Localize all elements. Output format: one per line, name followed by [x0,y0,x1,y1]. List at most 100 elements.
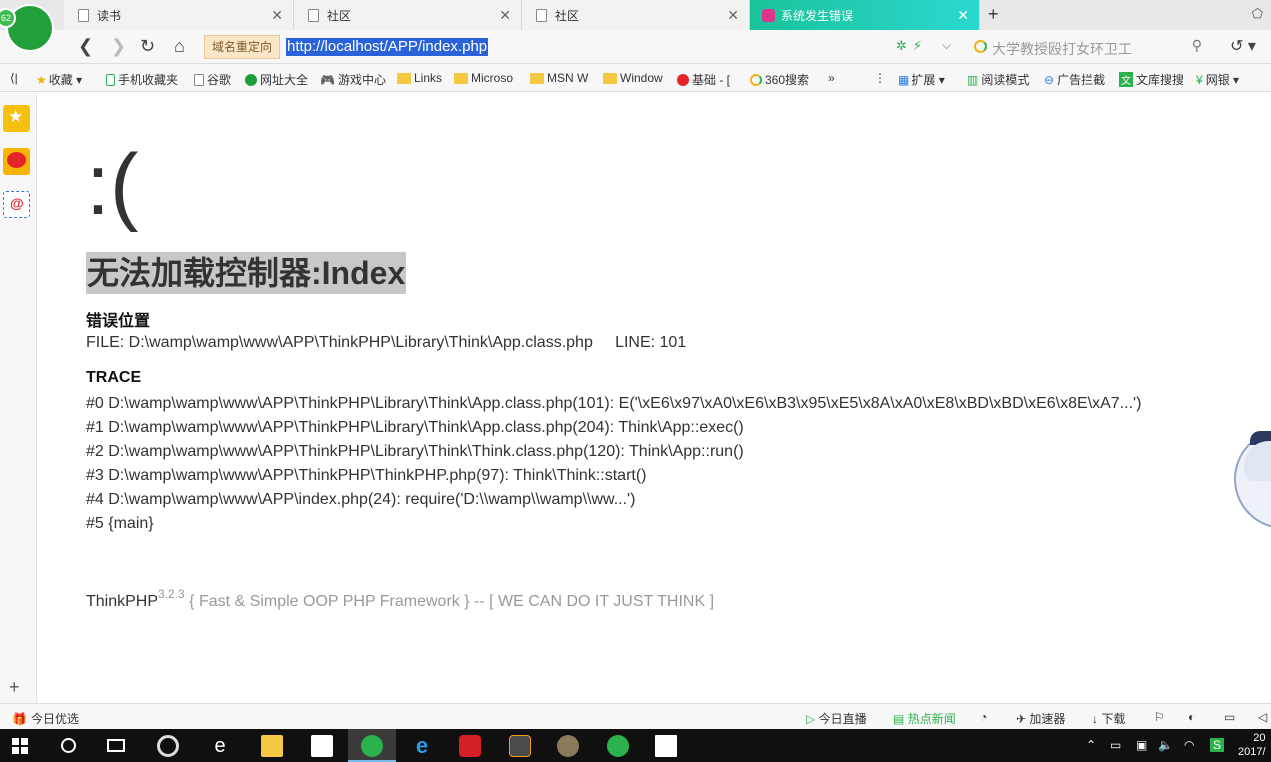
favorites-star-icon[interactable]: ★ [3,105,30,132]
wenku-icon: 文 [1119,72,1133,87]
domain-redirect-badge[interactable]: 域名重定向 [204,35,280,59]
daily-picks-button[interactable]: 🎁 今日优选 [12,710,79,727]
gift-icon: 🎁 [12,712,27,726]
ad-block-button[interactable]: ⊖ 广告拦截 [1044,71,1105,88]
close-icon[interactable]: ✕ [957,7,969,24]
accelerator-button[interactable]: ✈ 加速器 [1016,710,1065,727]
forward-arrow-icon[interactable]: ❯ [111,37,126,55]
bookmark-links[interactable]: Links [397,71,442,85]
shirt-icon[interactable]: ⬠ [1252,6,1263,22]
weibo-icon[interactable] [3,148,30,175]
tab-community-2[interactable]: 社区 ✕ [522,0,750,30]
bookmark-mobile[interactable]: 手机收藏夹 [106,71,178,88]
framework-slogan: { Fast & Simple OOP PHP Framework } -- [… [184,593,715,610]
bookmark-label: MSN W [547,71,589,85]
home-icon[interactable]: ⌂ [174,37,185,55]
star-icon: ★ [36,72,47,87]
browser-icon[interactable]: ◐ [1188,710,1195,724]
close-icon[interactable]: ✕ [727,7,739,24]
bookmark-360-search[interactable]: 360搜索 [750,71,809,88]
clapper-icon [655,735,677,757]
reload-icon[interactable]: ↻ [140,37,155,55]
wifi-icon[interactable]: ◠ [1184,738,1194,752]
bookmark-site-nav[interactable]: 网址大全 [245,71,308,88]
undo-icon[interactable]: ↺ ▾ [1230,36,1256,56]
bookmark-label: Window [620,71,663,85]
cortana-icon[interactable] [61,738,76,753]
sogou-input-icon[interactable]: S [1210,738,1225,752]
bookmark-favorites[interactable]: ★ 收藏 ▾ [36,71,82,88]
tab-system-error[interactable]: 系统发生错误 ✕ [750,0,980,30]
tab-label: 系统发生错误 [781,8,854,23]
left-sidebar: ★ @ + [0,93,37,703]
search-icon[interactable]: ⚲ [1192,37,1202,54]
framework-footer: ThinkPHP3.2.3 { Fast & Simple OOP PHP Fr… [86,587,714,611]
back-arrow-icon[interactable]: ❮ [78,37,93,55]
ie-icon: e [415,733,429,758]
volume-icon[interactable]: 🔈 [1158,738,1173,752]
hot-news-button[interactable]: ▤ 热点新闻 [893,710,956,727]
error-location-heading: 错误位置 [86,313,151,330]
bookmark-google[interactable]: 谷歌 [194,71,231,88]
clock[interactable]: 20 2017/ [1238,731,1266,759]
close-icon[interactable]: ✕ [499,7,511,24]
taskbar-app-video[interactable] [642,729,690,762]
bookmark-games[interactable]: 🎮 游戏中心 [320,71,386,88]
reading-mode-button[interactable]: ▥ 阅读模式 [967,71,1029,88]
more-vertical-icon[interactable]: ⋮ [874,71,886,85]
taskbar-app-pinwheel[interactable] [144,729,192,762]
taskbar-app-youdao[interactable] [446,729,494,762]
security-icon[interactable]: ✲ ⚡ [896,38,922,54]
tab-reading[interactable]: 读书 ✕ [64,0,294,30]
news-icon: ▤ [893,712,905,726]
trace-heading: TRACE [86,369,142,386]
rocket-icon: ✈ [1016,712,1027,726]
tray-network-icon[interactable]: ▭ [1110,738,1121,752]
wenku-search-button[interactable]: 文文库搜搜 [1119,71,1184,88]
taskbar-app-ie[interactable]: e [398,729,446,762]
dropdown-chevron-icon[interactable]: ⌵ [942,38,951,53]
add-sidebar-icon[interactable]: + [9,677,20,698]
bookmark-microsoft[interactable]: Microso [454,71,513,85]
sidebar-toggle-icon[interactable]: ⟨| [10,71,18,85]
download-icon: ↓ [1092,712,1098,726]
taskbar-app-360-browser[interactable] [348,729,396,762]
tab-community-1[interactable]: 社区 ✕ [294,0,522,30]
edge-icon: e [214,735,226,757]
clock-time: 20 [1253,732,1266,744]
extensions-button[interactable]: ▦ 扩展 ▾ [898,71,945,88]
live-button[interactable]: ▷ 今日直播 [806,710,867,727]
new-tab-button[interactable]: + [988,4,999,25]
close-icon[interactable]: ✕ [271,7,283,24]
search-input[interactable]: 大学教授殴打女环卫工 [992,39,1132,59]
download-button[interactable]: ↓ 下载 [1092,710,1125,727]
online-banking-button[interactable]: ¥ 网银 ▾ [1196,71,1239,88]
more-bookmarks-icon[interactable]: » [828,71,835,85]
play-icon: ▷ [806,712,816,726]
bolt-icon[interactable]: ⚡ [913,38,922,53]
bookmark-basics[interactable]: 基础 - [ [677,71,730,88]
tray-chevron-icon[interactable]: ⌃ [1086,738,1096,752]
window-icon[interactable]: ▭ [1224,710,1235,724]
flag-icon[interactable]: ⚐ [1154,710,1165,724]
tab-label: 社区 [327,8,352,23]
taskbar-app-ie-edge[interactable]: e [196,729,244,762]
taskbar-app-store[interactable] [298,729,346,762]
search-box[interactable]: 大学教授殴打女环卫工 ⚲ [964,34,1216,60]
taskbar-app-wechat[interactable] [594,729,642,762]
mail-at-icon[interactable]: @ [3,191,30,218]
speed-icon[interactable]: ◔ [980,710,987,724]
bookmark-msn[interactable]: MSN W [530,71,588,85]
page-icon [536,8,547,22]
address-input[interactable]: http://localhost/APP/index.php [286,38,489,56]
youdao-icon [459,735,481,757]
windows-start-icon[interactable] [12,738,28,754]
tray-app-icon[interactable]: ▣ [1136,738,1147,752]
bookmark-windows[interactable]: Window [603,71,663,85]
taskbar-app-explorer[interactable] [248,729,296,762]
mascot-avatar[interactable] [1234,429,1271,529]
taskbar-app-sublime[interactable] [496,729,544,762]
taskbar-app-media[interactable] [544,729,592,762]
sound-icon[interactable]: ◁ [1258,710,1267,724]
task-view-icon[interactable] [107,739,125,752]
